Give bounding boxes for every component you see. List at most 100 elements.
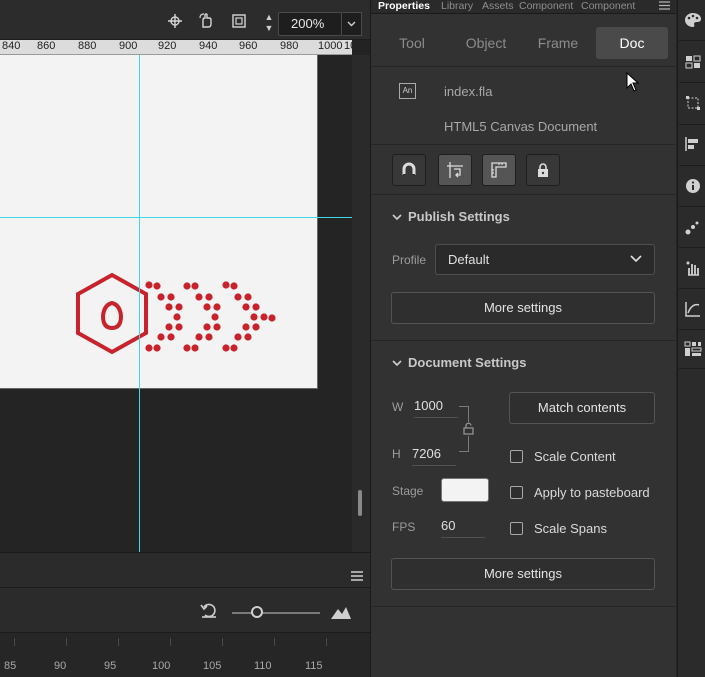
- divider: [679, 82, 705, 83]
- stage-color-label: Stage: [392, 484, 424, 498]
- ruler-label: 940: [199, 40, 218, 52]
- frame-tick: [14, 638, 15, 646]
- scrollbar-thumb[interactable]: [358, 490, 362, 516]
- zoom-in-mountains-icon[interactable]: [330, 604, 352, 620]
- divider: [679, 288, 705, 289]
- ruler-label: 860: [37, 40, 56, 52]
- divider: [679, 206, 705, 207]
- apply-to-pasteboard-checkbox[interactable]: [510, 486, 523, 499]
- width-label: W: [392, 400, 404, 414]
- unlock-icon[interactable]: [463, 422, 475, 436]
- scale-content-checkbox[interactable]: [510, 450, 523, 463]
- mode-doc[interactable]: Doc: [596, 27, 668, 59]
- frame-tick: [66, 638, 67, 646]
- snap-to-objects-magnet-icon[interactable]: [392, 154, 426, 186]
- graph-icon[interactable]: [683, 299, 703, 319]
- divider: [371, 194, 676, 195]
- publish-more-settings-button[interactable]: More settings: [391, 292, 655, 324]
- frame-number: 115: [305, 660, 323, 672]
- divider: [679, 329, 705, 330]
- document-settings-header[interactable]: Document Settings: [392, 355, 526, 370]
- stage-color-swatch[interactable]: [441, 478, 489, 502]
- apply-to-pasteboard-label[interactable]: Apply to pasteboard: [534, 485, 650, 500]
- ruler-label: 960: [239, 40, 258, 52]
- tab-component[interactable]: Component: [519, 0, 573, 14]
- panel-menu-icon[interactable]: [659, 1, 671, 11]
- color-palette-icon[interactable]: [683, 10, 703, 30]
- components-grid-icon[interactable]: [683, 339, 703, 359]
- center-stage-icon[interactable]: [162, 8, 188, 34]
- lock-guides-icon[interactable]: [526, 154, 560, 186]
- mouse-cursor-icon: [626, 72, 640, 92]
- frame-tick: [118, 638, 119, 646]
- divider: [371, 144, 676, 145]
- align-icon[interactable]: [683, 134, 703, 154]
- width-input[interactable]: 1000: [414, 398, 458, 418]
- reset-zoom-icon[interactable]: [200, 603, 220, 623]
- logo-graphic[interactable]: [70, 270, 280, 356]
- mode-frame[interactable]: Frame: [527, 27, 589, 59]
- divider: [679, 368, 705, 369]
- zoom-stepper[interactable]: ▲ ▼: [262, 12, 276, 36]
- fps-label: FPS: [392, 520, 416, 534]
- mode-tool[interactable]: Tool: [383, 27, 441, 59]
- profile-label: Profile: [392, 253, 427, 267]
- info-icon[interactable]: [683, 176, 703, 196]
- divider: [371, 340, 676, 341]
- height-input[interactable]: 7206: [412, 446, 456, 466]
- publish-settings-title: Publish Settings: [408, 209, 510, 224]
- zoom-dropdown-chevron-icon[interactable]: [342, 12, 362, 36]
- match-contents-button[interactable]: Match contents: [509, 392, 655, 424]
- vertical-scrollbar[interactable]: [352, 55, 370, 552]
- frame-number: 95: [104, 660, 117, 672]
- clip-content-icon[interactable]: [226, 8, 252, 34]
- snap-to-guides-icon[interactable]: [438, 154, 472, 186]
- swatches-icon[interactable]: [683, 52, 703, 72]
- animate-document-icon: An: [399, 83, 416, 99]
- asset-warp-hand-icon[interactable]: [683, 258, 703, 278]
- scale-content-label[interactable]: Scale Content: [534, 449, 616, 464]
- frame-tick: [274, 638, 275, 646]
- document-filename: index.fla: [444, 84, 493, 99]
- ruler-toggle-icon[interactable]: [482, 154, 516, 186]
- ruler-label: 880: [78, 40, 97, 52]
- chevron-down-icon[interactable]: [630, 252, 644, 266]
- divider: [679, 247, 705, 248]
- document-more-settings-button[interactable]: More settings: [391, 558, 655, 590]
- transform-icon[interactable]: [683, 93, 703, 113]
- rotate-hand-icon[interactable]: [194, 8, 220, 34]
- profile-select[interactable]: Default: [435, 244, 655, 275]
- divider: [679, 124, 705, 125]
- fps-input[interactable]: 60: [441, 518, 485, 538]
- tab-assets[interactable]: Assets: [482, 0, 514, 14]
- horizontal-guide[interactable]: [0, 217, 352, 218]
- vertical-guide[interactable]: [139, 55, 140, 552]
- frame-number: 85: [4, 660, 17, 672]
- chevron-down-icon: [392, 359, 408, 370]
- publish-settings-header[interactable]: Publish Settings: [392, 209, 510, 224]
- frame-zoom-slider-track[interactable]: [232, 612, 320, 614]
- ruler-label: 920: [158, 40, 177, 52]
- document-type: HTML5 Canvas Document: [444, 119, 598, 134]
- scale-spans-checkbox[interactable]: [510, 522, 523, 535]
- ruler-label: 1000: [318, 40, 343, 52]
- ruler-label: 900: [119, 40, 138, 52]
- frame-tick: [326, 638, 327, 646]
- tab-component-2[interactable]: Component: [581, 0, 635, 14]
- zoom-input[interactable]: 200%: [278, 12, 342, 36]
- tab-properties[interactable]: Properties: [378, 0, 430, 14]
- frame-number: 105: [203, 660, 222, 672]
- frame-tick: [170, 638, 171, 646]
- frame-number: 90: [54, 660, 67, 672]
- divider: [679, 165, 705, 166]
- timeline-menu-icon[interactable]: [351, 571, 365, 583]
- frame-number: 110: [254, 660, 272, 672]
- motion-presets-icon[interactable]: [683, 217, 703, 237]
- chevron-down-icon: [392, 213, 408, 224]
- divider: [371, 66, 676, 67]
- scale-spans-label[interactable]: Scale Spans: [534, 521, 607, 536]
- frame-tick: [222, 638, 223, 646]
- frame-zoom-slider-thumb[interactable]: [251, 606, 263, 618]
- mode-object[interactable]: Object: [455, 27, 517, 59]
- tab-library[interactable]: Library: [441, 0, 473, 14]
